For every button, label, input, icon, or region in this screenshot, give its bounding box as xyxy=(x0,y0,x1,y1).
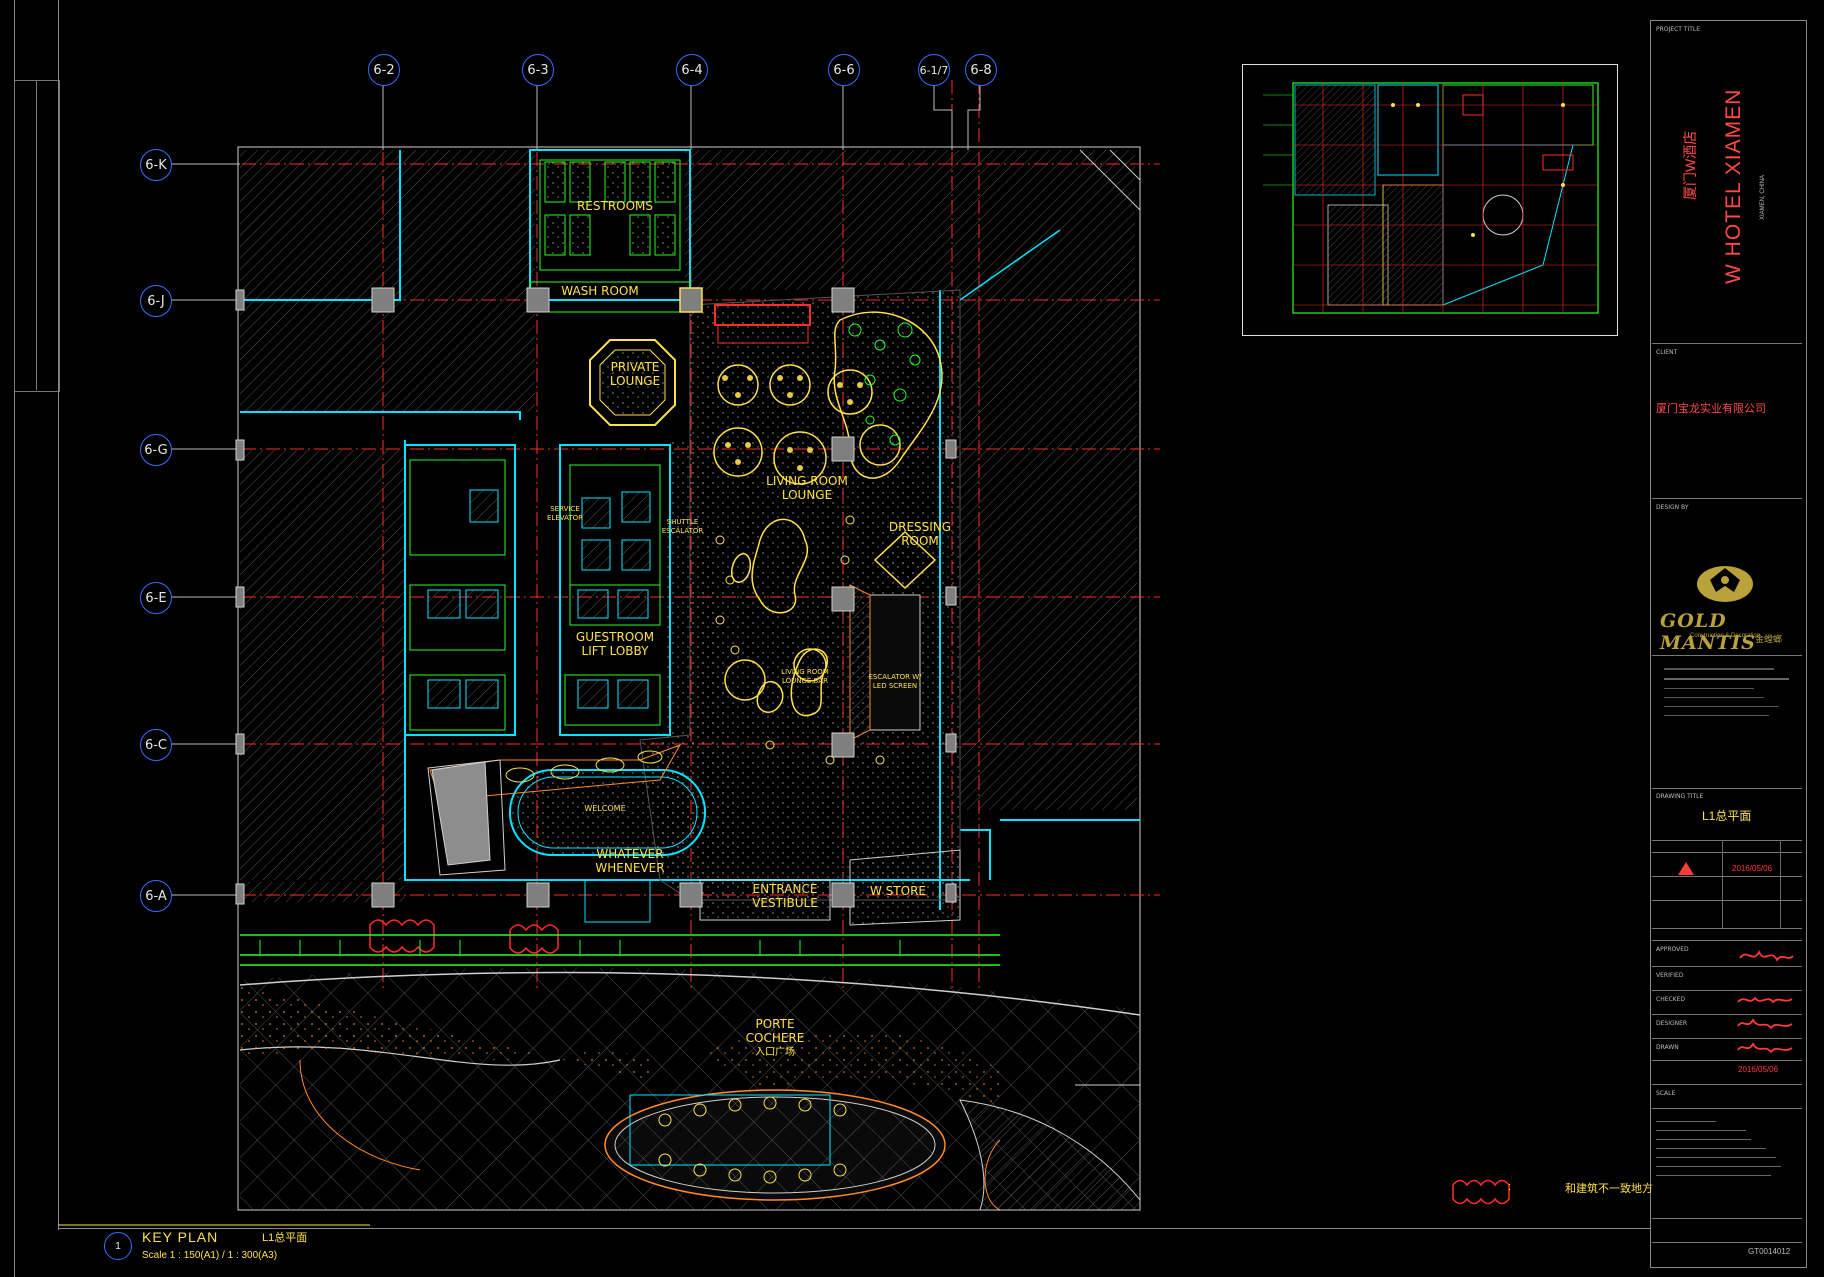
room-label-wash-room: WASH ROOM xyxy=(561,284,639,298)
tb-notes-line-3 xyxy=(1656,1139,1751,1140)
key-plan-title: KEY PLAN xyxy=(142,1229,219,1245)
company-info-line-1 xyxy=(1664,668,1774,670)
company-info-line-3 xyxy=(1664,688,1754,689)
revision-triangle-icon xyxy=(1678,862,1694,875)
tb-design-by-label: DESIGN BY xyxy=(1656,504,1689,511)
room-label-dressing-room: DRESSING ROOM xyxy=(888,520,952,548)
company-name: GOLD MANTIS xyxy=(1660,610,1756,654)
room-label-porte-cochere: PORTE COCHERE xyxy=(745,1017,805,1045)
room-label-living-room-lounge: LIVING ROOM LOUNGE xyxy=(766,474,848,502)
legend-note: 和建筑不一致地方 xyxy=(1565,1183,1653,1195)
key-plan-title-cn: L1总平面 xyxy=(262,1232,308,1244)
key-plan-thumbnail xyxy=(1242,64,1618,336)
tb-client-label: CLIENT xyxy=(1656,349,1678,356)
sheet-bottom-line-right xyxy=(1650,1267,1806,1268)
tb-divider-rev-c xyxy=(1652,928,1802,929)
grid-bubble-col-6-2: 6-2 xyxy=(368,54,400,86)
grid-bubble-row-6-C: 6-C xyxy=(140,729,172,761)
tb-revision-col-1 xyxy=(1722,840,1723,928)
room-label-whatever-whenever: WHATEVER WHENEVER xyxy=(595,847,665,875)
sheet-top-line xyxy=(1650,20,1806,21)
tb-divider-rev-b xyxy=(1652,900,1802,901)
company-info-line-5 xyxy=(1664,706,1779,707)
tb-checked-label: CHECKED xyxy=(1656,996,1686,1003)
company-name-cn: 金螳螂 xyxy=(1755,634,1783,644)
room-label-entrance-vestibule: ENTRANCE VESTIBULE xyxy=(752,882,818,910)
tb-divider-scale xyxy=(1652,1084,1802,1085)
room-label-private-lounge: PRIVATE LOUNGE xyxy=(609,360,661,388)
company-info-line-2 xyxy=(1664,678,1789,680)
grid-bubble-row-6-E: 6-E xyxy=(140,582,172,614)
signature-approved xyxy=(1739,949,1794,962)
key-plan-bubble: 1 xyxy=(104,1232,132,1260)
room-label-restrooms: RESTROOMS xyxy=(576,199,654,213)
tb-revision-date: 2016/05/06 xyxy=(1732,864,1773,873)
tb-approved-label: APPROVED xyxy=(1656,946,1689,953)
tb-divider-drawn-date xyxy=(1652,1060,1802,1061)
tb-divider-client xyxy=(1652,343,1802,344)
tb-project-name-cn: 厦门W酒店 xyxy=(1682,130,1698,200)
sheet-right-divider xyxy=(1650,20,1651,1268)
tb-divider-rev-a xyxy=(1652,876,1802,877)
tb-notes-line-2 xyxy=(1656,1130,1746,1131)
grid-bubble-row-6-A: 6-A xyxy=(140,880,172,912)
tb-drawing-no: GT0014012 xyxy=(1748,1247,1791,1256)
room-label-porte-cochere-cn: 入口广场 xyxy=(755,1047,795,1058)
tb-divider-notes xyxy=(1652,1108,1802,1109)
signature-designer xyxy=(1737,1018,1793,1030)
tb-notes-line-1 xyxy=(1656,1121,1716,1122)
room-label-service-elevator: SERVICE ELEVATOR xyxy=(547,505,583,522)
signature-checked xyxy=(1737,996,1793,1004)
room-label-escalator-led: ESCALATOR W/ LED SCREEN xyxy=(868,673,922,690)
tb-divider-drawing-title xyxy=(1652,788,1802,789)
grid-bubble-row-6-K: 6-K xyxy=(140,149,172,181)
tb-project-name-en: W HOTEL XIAMEN xyxy=(1722,88,1745,284)
tb-project-title-label: PROJECT TITLE xyxy=(1656,26,1701,33)
tb-drawing-title: L1总平面 xyxy=(1702,809,1752,823)
tb-divider-company-info xyxy=(1652,655,1802,656)
company-info-line-6 xyxy=(1664,715,1769,716)
tb-drawn-label: DRAWN xyxy=(1656,1044,1679,1051)
company-info-lines xyxy=(1664,660,1796,724)
signature-drawn xyxy=(1737,1042,1793,1054)
tb-notes-block xyxy=(1656,1113,1796,1184)
key-plan-scale: Scale 1 : 150(A1) / 1 : 300(A3) xyxy=(142,1250,278,1261)
room-label-lounge-bar: LIVING ROOM LOUNGE BAR xyxy=(781,668,829,685)
tb-designer-label: DESIGNER xyxy=(1656,1020,1688,1027)
tb-divider-drawing-no xyxy=(1652,1218,1802,1219)
room-label-w-store: W STORE xyxy=(870,884,926,898)
room-label-guestroom-lift-lobby: GUESTROOM LIFT LOBBY xyxy=(575,630,655,658)
tb-notes-line-5 xyxy=(1656,1157,1776,1158)
tb-notes-line-7 xyxy=(1656,1175,1771,1176)
grid-bubble-row-6-G: 6-G xyxy=(140,434,172,466)
tb-notes-line-6 xyxy=(1656,1166,1781,1167)
tb-divider-approved xyxy=(1652,940,1802,941)
tb-project-location: XIAMEN, CHINA xyxy=(1760,174,1766,220)
tb-verified-label: VERIFIED xyxy=(1656,972,1684,979)
grid-bubble-col-6-6: 6-6 xyxy=(828,54,860,86)
tb-divider-drawing-no-2 xyxy=(1652,1242,1802,1243)
tb-divider-design xyxy=(1652,498,1802,499)
tb-drawing-title-label: DRAWING TITLE xyxy=(1656,793,1704,800)
tb-scale-label: SCALE xyxy=(1656,1090,1676,1097)
room-label-shuttle-escalator: SHUTTLE ESCALATOR xyxy=(661,518,704,535)
grid-bubble-row-6-J: 6-J xyxy=(140,285,172,317)
grid-bubble-col-6-1-7: 6-1/7 xyxy=(918,54,950,86)
company-logo-mark xyxy=(1697,566,1753,602)
grid-bubble-col-6-4: 6-4 xyxy=(676,54,708,86)
tb-client-name: 厦门宝龙实业有限公司 xyxy=(1656,403,1766,415)
room-label-welcome: WELCOME xyxy=(584,804,626,813)
company-info-line-4 xyxy=(1664,697,1764,698)
tb-revision-col-2 xyxy=(1780,840,1781,928)
grid-bubble-col-6-8: 6-8 xyxy=(965,54,997,86)
company-sub: Construction & Decoration xyxy=(1690,633,1761,639)
legend-colon: : xyxy=(1508,1181,1512,1193)
tb-notes-line-4 xyxy=(1656,1148,1766,1149)
tb-divider-verified xyxy=(1652,966,1802,967)
key-plan-thumbnail-drawing xyxy=(1263,82,1599,314)
tb-drawn-date: 2016/05/06 xyxy=(1738,1065,1779,1074)
grid-bubble-col-6-3: 6-3 xyxy=(522,54,554,86)
